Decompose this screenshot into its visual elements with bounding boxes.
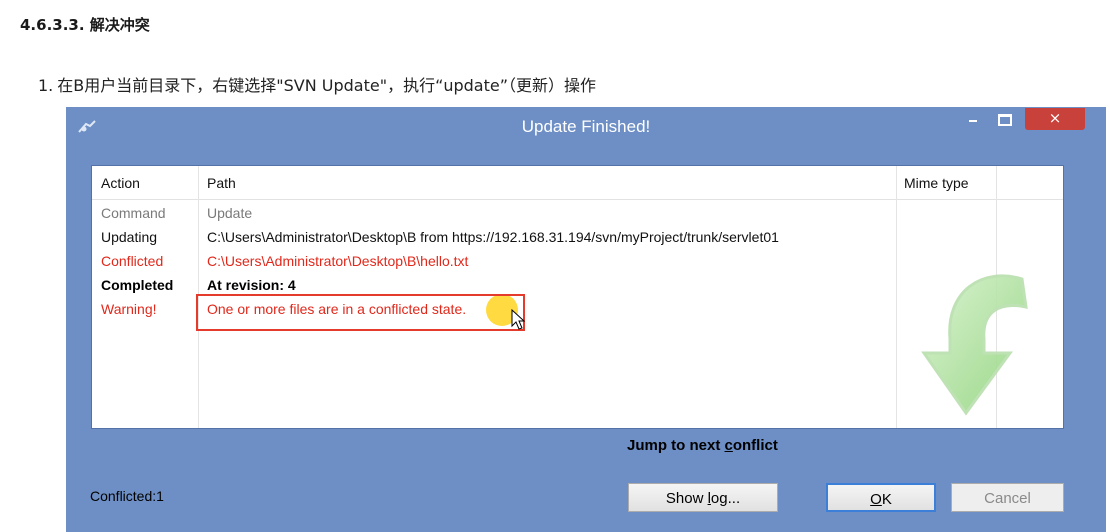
maximize-icon[interactable] bbox=[990, 108, 1020, 130]
column-header-path[interactable]: Path bbox=[207, 175, 236, 191]
step-text: 在B用户当前目录下，右键选择"SVN Update"，执行“update”（更新… bbox=[57, 76, 597, 95]
dialog-title: Update Finished! bbox=[521, 117, 651, 136]
jump-to-next-conflict-link[interactable]: Jump to next conflict bbox=[627, 437, 778, 454]
doc-step: 1. 在B用户当前目录下，右键选择"SVN Update"，执行“update”（… bbox=[38, 72, 596, 96]
column-header-mime-type[interactable]: Mime type bbox=[904, 175, 969, 191]
ok-button[interactable]: OK bbox=[826, 483, 936, 512]
status-text: Conflicted:1 bbox=[90, 488, 164, 504]
step-number: 1. bbox=[38, 76, 54, 95]
mouse-cursor-icon bbox=[511, 309, 526, 330]
row-path: C:\Users\Administrator\Desktop\B from ht… bbox=[207, 229, 779, 245]
column-header-action[interactable]: Action bbox=[101, 175, 140, 191]
row-action: Completed bbox=[101, 277, 174, 293]
cancel-button[interactable]: Cancel bbox=[951, 483, 1064, 512]
update-results-list[interactable]: Action Path Mime type Command Update Upd… bbox=[91, 165, 1064, 429]
row-path: At revision: 4 bbox=[207, 277, 296, 293]
doc-heading: 4.6.3.3. 解决冲突 bbox=[20, 16, 150, 34]
title-bar[interactable]: Update Finished! × bbox=[66, 107, 1106, 147]
update-arrow-icon bbox=[921, 274, 1028, 416]
row-action: Updating bbox=[101, 229, 158, 245]
row-path: Update bbox=[207, 205, 253, 221]
close-icon[interactable]: × bbox=[1025, 108, 1085, 130]
annotation-box bbox=[196, 294, 525, 331]
row-path: C:\Users\Administrator\Desktop\B\hello.t… bbox=[207, 253, 469, 269]
show-log-button[interactable]: Show log... bbox=[628, 483, 778, 512]
minimize-icon[interactable] bbox=[958, 108, 988, 130]
update-finished-dialog: Update Finished! × Action Path Mime type… bbox=[66, 107, 1106, 532]
row-action: Warning! bbox=[101, 301, 157, 317]
row-action: Command bbox=[101, 205, 166, 221]
row-action: Conflicted bbox=[101, 253, 164, 269]
